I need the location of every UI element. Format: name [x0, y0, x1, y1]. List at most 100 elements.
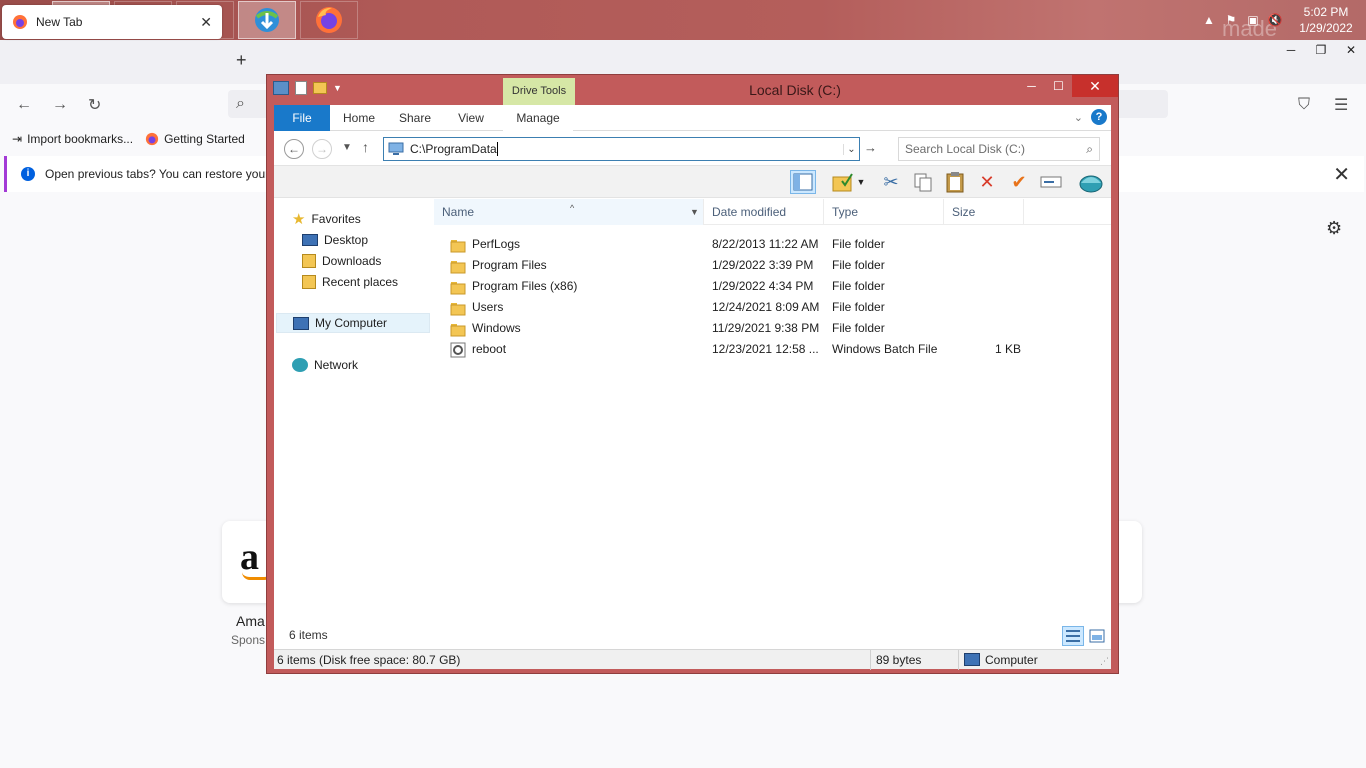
details-view-icon[interactable]	[1062, 626, 1084, 646]
column-header-type[interactable]: Type	[824, 199, 944, 225]
column-header-date-modified[interactable]: Date modified	[704, 199, 824, 225]
reload-icon[interactable]: ↻	[88, 95, 101, 115]
file-row[interactable]: Users 12/24/2021 8:09 AM File folder	[434, 297, 1111, 318]
bookmark-import[interactable]: ⇥ Import bookmarks...	[12, 132, 133, 146]
forward-arrow-icon[interactable]: →	[312, 139, 332, 159]
column-label: Name	[442, 205, 475, 219]
help-icon[interactable]: ?	[1091, 109, 1107, 125]
firefox-window-controls: ─ ❐ ✕	[1276, 40, 1366, 60]
folder-icon	[450, 258, 466, 274]
nav-label: My Computer	[315, 316, 388, 330]
go-arrow-icon[interactable]: →	[864, 140, 877, 155]
checkmark-icon[interactable]: ✔	[1006, 170, 1032, 194]
file-date-modified: 1/29/2022 3:39 PM	[712, 258, 814, 272]
file-name: Program Files (x86)	[472, 279, 578, 293]
taskbar-firefox[interactable]	[300, 1, 358, 39]
copy-icon[interactable]	[910, 170, 936, 194]
minimize-icon[interactable]: ─	[1276, 40, 1306, 60]
forward-arrow-icon[interactable]: →	[52, 96, 68, 114]
file-date-modified: 11/29/2021 9:38 PM	[712, 321, 820, 335]
tab-share[interactable]: Share	[390, 105, 440, 131]
column-header-size[interactable]: Size	[944, 199, 1024, 225]
network-icon[interactable]: ▣	[1242, 0, 1264, 40]
status-disk-space: 6 items (Disk free space: 80.7 GB)	[277, 653, 461, 667]
firefox-favicon-icon	[145, 132, 159, 146]
shortcut-sponsored-label: Spons	[231, 633, 266, 647]
search-placeholder: Search Local Disk (C:)	[905, 142, 1026, 156]
pocket-icon[interactable]: ⛉	[1298, 96, 1310, 114]
nav-favorites[interactable]: ★ Favorites	[292, 209, 361, 229]
recent-locations-dropdown-icon[interactable]: ▼	[342, 142, 352, 153]
cut-scissors-icon[interactable]: ✂	[878, 170, 904, 194]
action-center-flag-icon[interactable]: ⚑	[1220, 0, 1242, 40]
tab-home[interactable]: Home	[334, 105, 384, 131]
taskbar-download-manager[interactable]	[238, 1, 296, 39]
file-row[interactable]: Windows 11/29/2021 9:38 PM File folder	[434, 318, 1111, 339]
column-filter-dropdown-icon[interactable]: ▼	[690, 199, 699, 225]
navigation-pane: ★ Favorites Desktop Downloads Recent pla…	[274, 199, 434, 619]
back-arrow-icon[interactable]: ←	[284, 139, 304, 159]
paste-clipboard-icon[interactable]	[942, 170, 968, 194]
maximize-icon[interactable]: ☐	[1045, 75, 1072, 97]
select-folder-icon[interactable]	[830, 170, 856, 194]
hamburger-menu-icon[interactable]: ☰	[1334, 95, 1348, 115]
info-icon: i	[21, 167, 35, 181]
select-dropdown-icon[interactable]: ▼	[854, 170, 868, 194]
taskbar-clock[interactable]: 5:02 PM 1/29/2022	[1286, 4, 1366, 36]
item-count: 6 items	[289, 628, 328, 642]
column-header-name[interactable]: Name ^ ▼	[434, 199, 704, 225]
nav-desktop[interactable]: Desktop	[302, 230, 368, 250]
file-row[interactable]: reboot 12/23/2021 12:58 ... Windows Batch …	[434, 339, 1111, 360]
delete-x-icon[interactable]: ✕	[974, 170, 1000, 194]
search-icon: ⌕	[1086, 141, 1093, 156]
nav-my-computer[interactable]: My Computer	[276, 313, 430, 333]
file-row[interactable]: PerfLogs 8/22/2013 11:22 AM File folder	[434, 234, 1111, 255]
file-type: File folder	[832, 279, 885, 293]
explorer-title-bar[interactable]: ▼ Drive Tools Local Disk (C:) ─ ☐ ✕	[267, 75, 1118, 105]
rename-icon[interactable]	[1038, 170, 1064, 194]
address-dropdown-icon[interactable]: ⌄	[843, 143, 859, 155]
nav-recent-places[interactable]: Recent places	[302, 272, 398, 292]
computer-icon	[293, 316, 309, 330]
nav-network[interactable]: Network	[292, 355, 358, 375]
tab-view[interactable]: View	[446, 105, 496, 131]
search-box[interactable]: Search Local Disk (C:) ⌕	[898, 137, 1100, 161]
close-tab-icon[interactable]: ✕	[200, 14, 212, 31]
status-bar: 6 items (Disk free space: 80.7 GB) 89 by…	[274, 649, 1111, 670]
file-name: PerfLogs	[472, 237, 521, 251]
computer-small-icon	[964, 653, 980, 666]
file-date-modified: 1/29/2022 4:34 PM	[712, 279, 814, 293]
file-row[interactable]: Program Files 1/29/2022 3:39 PM File folde…	[434, 255, 1111, 276]
volume-muted-icon[interactable]: 🔇	[1264, 0, 1286, 40]
resize-grip-icon[interactable]: ⋰	[1100, 656, 1109, 667]
close-notice-icon[interactable]: ✕	[1333, 162, 1350, 187]
status-location: Computer	[985, 653, 1038, 667]
close-window-icon[interactable]: ✕	[1336, 40, 1366, 60]
address-bar[interactable]: C:\ProgramData ⌄	[383, 137, 860, 161]
close-icon[interactable]: ✕	[1072, 75, 1118, 97]
shortcut-title[interactable]: Ama	[236, 613, 265, 629]
minimize-icon[interactable]: ─	[1018, 75, 1045, 97]
network-globe-icon[interactable]	[1078, 170, 1104, 194]
large-icons-view-icon[interactable]	[1086, 626, 1108, 646]
tab-title: New Tab	[36, 15, 83, 29]
address-text: C:\ProgramData	[410, 142, 497, 156]
new-tab-plus-icon[interactable]: +	[236, 50, 247, 71]
recent-places-icon	[302, 275, 316, 289]
back-arrow-icon[interactable]: ←	[16, 96, 32, 114]
expand-ribbon-chevron-icon[interactable]: ⌄	[1074, 111, 1083, 124]
tab-manage[interactable]: Manage	[503, 105, 573, 131]
file-row[interactable]: Program Files (x86) 1/29/2022 4:34 PM File…	[434, 276, 1111, 297]
bookmark-getting-started[interactable]: Getting Started	[145, 132, 245, 146]
firefox-tab-new-tab[interactable]: New Tab ✕	[2, 5, 222, 39]
preview-pane-icon[interactable]	[790, 170, 816, 194]
maximize-icon[interactable]: ❐	[1306, 40, 1336, 60]
file-type: File folder	[832, 300, 885, 314]
up-arrow-icon[interactable]: ↑	[362, 139, 369, 155]
show-hidden-icons-chevron-icon[interactable]: ▲	[1198, 0, 1220, 40]
tab-file[interactable]: File	[274, 105, 330, 131]
gear-icon[interactable]: ⚙	[1326, 218, 1342, 239]
file-type: Windows Batch File	[832, 342, 938, 356]
nav-downloads[interactable]: Downloads	[302, 251, 381, 271]
star-icon: ★	[292, 211, 306, 228]
